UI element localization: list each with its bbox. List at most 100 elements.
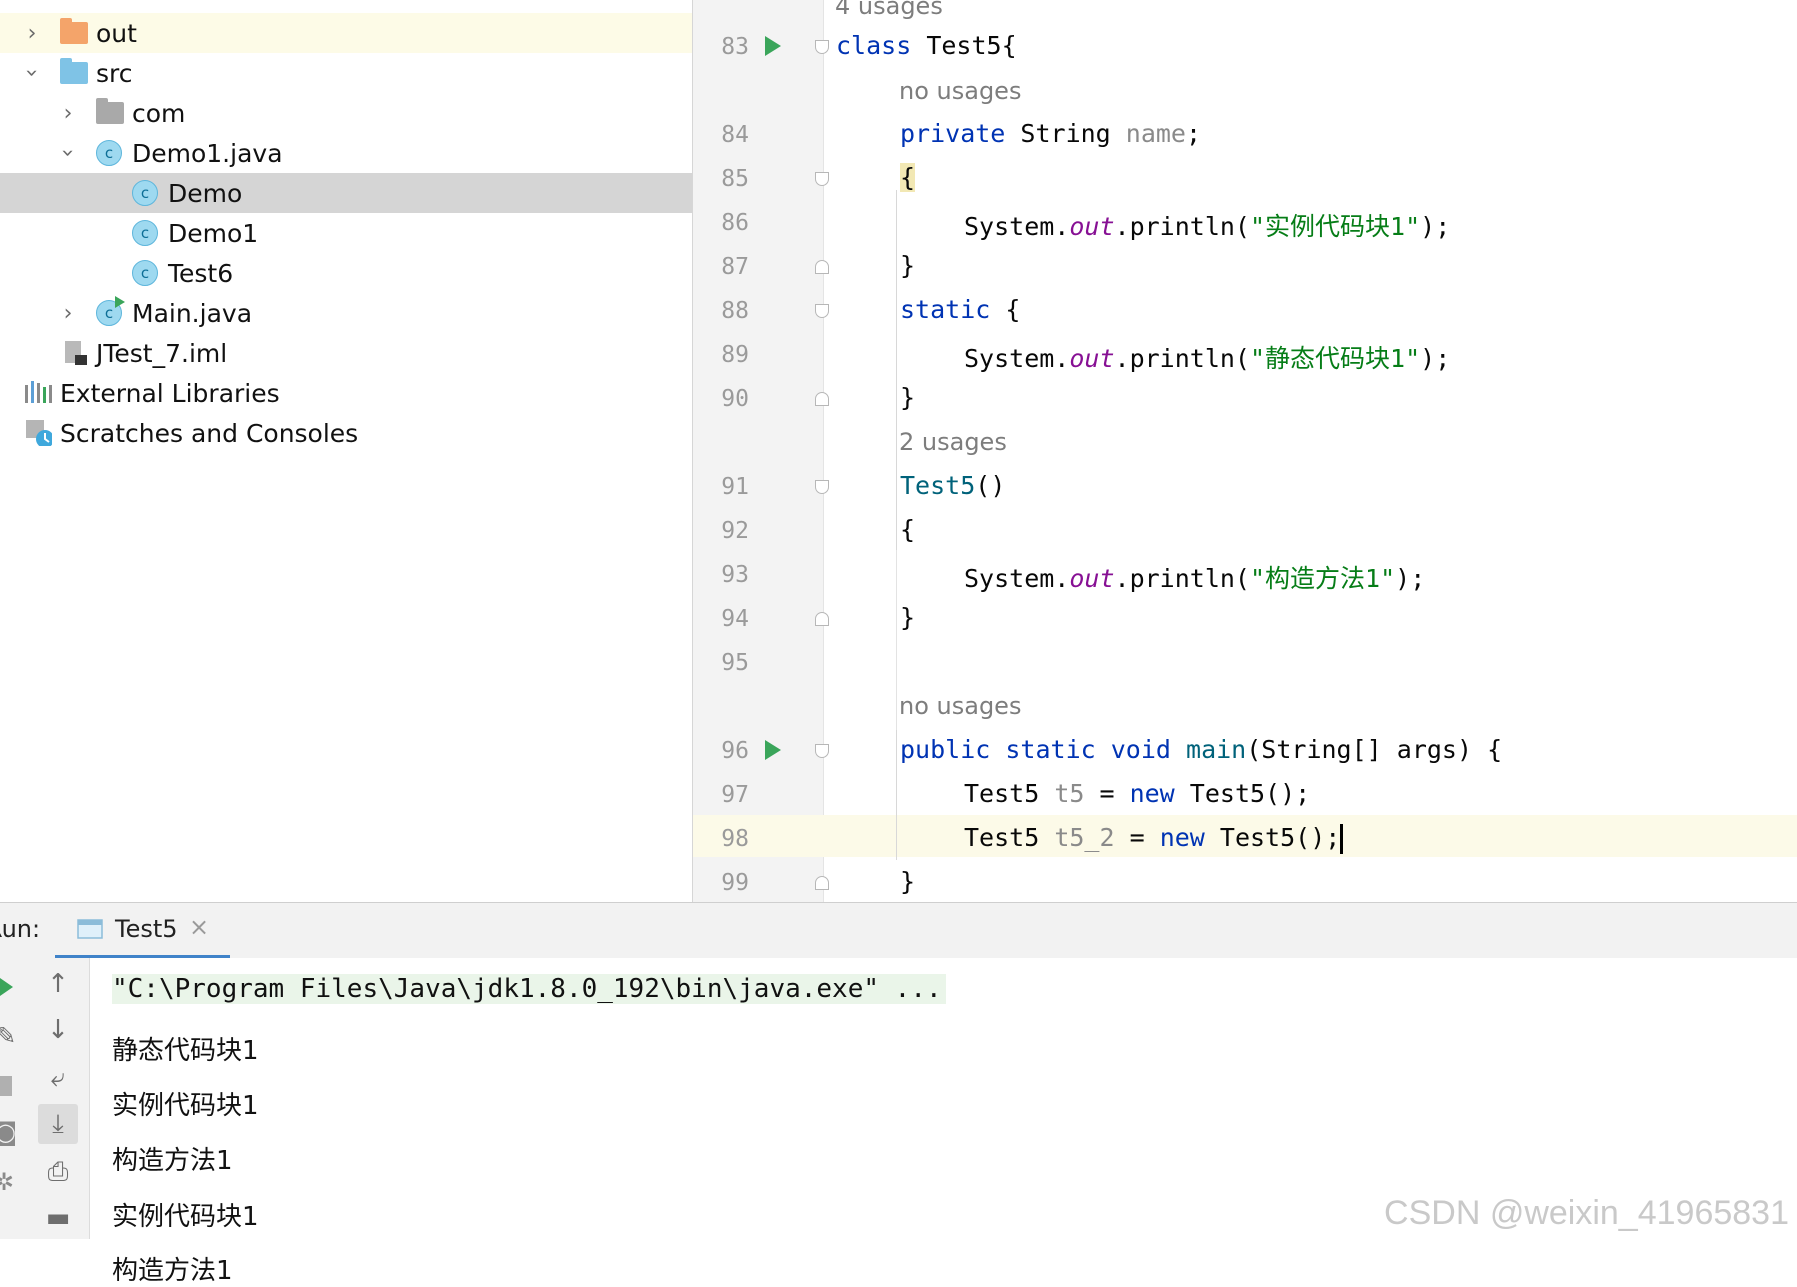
line-number: 92 <box>721 518 749 544</box>
tree-item-external-libraries[interactable]: External Libraries <box>0 373 692 413</box>
stop-icon[interactable] <box>0 1076 12 1096</box>
settings-icon[interactable]: ✲ <box>0 1168 14 1196</box>
code-editor[interactable]: 4 usages no usages 2 usages no usages 83… <box>693 0 1797 902</box>
code-line-97[interactable]: Test5 t5 = new Test5(); <box>964 779 1310 808</box>
fold-icon[interactable] <box>815 172 829 186</box>
tree-item-com[interactable]: › com <box>0 93 692 133</box>
close-icon[interactable]: × <box>189 913 209 941</box>
tree-item-label: Main.java <box>132 298 253 328</box>
folder-orange-icon <box>60 18 88 44</box>
indent-guide <box>896 190 897 860</box>
console-output-line: "C:\Program Files\Java\jdk1.8.0_192\bin\… <box>112 974 946 1004</box>
usages-hint[interactable]: no usages <box>899 692 1021 720</box>
rerun-icon[interactable] <box>0 976 14 998</box>
code-line-85[interactable]: { <box>900 163 916 192</box>
line-number: 90 <box>721 386 749 412</box>
arrow-down-icon[interactable]: ↓ <box>38 1010 78 1050</box>
line-number: 86 <box>721 210 749 236</box>
code-line-92[interactable]: { <box>900 515 915 544</box>
soft-wrap-icon[interactable]: ⤶ <box>38 1058 78 1098</box>
arrow-up-icon[interactable]: ↑ <box>38 964 78 1004</box>
scroll-to-end-icon[interactable]: ⤓ <box>38 1104 78 1144</box>
wrench-icon[interactable]: ✎ <box>0 1022 16 1050</box>
code-line-99[interactable]: } <box>900 867 915 896</box>
chevron-right-icon[interactable]: › <box>57 301 79 326</box>
run-console[interactable]: ✎ ◙ ✲ ↑ ↓ ⤶ ⤓ ⎙ ▬ "C:\Program Files\Java… <box>0 958 1797 1286</box>
console-toolbar: ↑ ↓ ⤶ ⤓ ⎙ ▬ <box>26 958 90 1239</box>
chevron-down-icon[interactable]: › <box>56 142 81 164</box>
scratches-icon <box>26 420 52 446</box>
code-token: out <box>1069 344 1115 373</box>
code-token: } <box>900 383 916 412</box>
code-line-89[interactable]: System.out.println("静态代码块1"); <box>964 339 1450 375</box>
console-output-line: 实例代码块1 <box>112 1202 259 1232</box>
fold-icon[interactable] <box>815 612 829 626</box>
code-token: "实例代码块1" <box>1249 212 1421 241</box>
java-class-icon: c <box>132 180 158 206</box>
run-panel-header: Run: Test5 × <box>0 902 1797 960</box>
usages-hint[interactable]: 2 usages <box>899 428 1007 456</box>
line-number: 91 <box>721 474 749 500</box>
tree-item-demo[interactable]: c Demo <box>0 173 692 213</box>
console-output-line: 实例代码块1 <box>112 1091 259 1121</box>
code-line-94[interactable]: } <box>900 603 915 632</box>
fold-icon[interactable] <box>815 260 829 274</box>
code-token: "静态代码块1" <box>1249 344 1421 373</box>
fold-icon[interactable] <box>815 744 829 758</box>
code-line-88[interactable]: static { <box>900 295 1020 324</box>
code-token: t5_2 <box>1054 823 1115 852</box>
run-badge-icon <box>115 296 125 308</box>
code-token: name <box>1125 119 1186 148</box>
trash-icon[interactable]: ▬ <box>38 1198 78 1238</box>
code-line-98[interactable]: Test5 t5_2 = new Test5(); <box>964 823 1344 854</box>
chevron-right-icon[interactable]: › <box>21 21 43 46</box>
tree-item-demo1-java[interactable]: › c Demo1.java <box>0 133 692 173</box>
code-line-96[interactable]: public static void main(String[] args) { <box>900 735 1502 764</box>
usages-hint[interactable]: no usages <box>899 77 1021 105</box>
tree-item-label: Demo1 <box>168 218 259 248</box>
code-token: t5 <box>1054 779 1085 808</box>
tab-test5[interactable]: Test5 × <box>55 903 230 959</box>
libraries-icon <box>25 381 52 403</box>
code-token: System. <box>964 344 1070 373</box>
tree-item-demo1[interactable]: c Demo1 <box>0 213 692 253</box>
code-token: String <box>1005 119 1126 148</box>
tree-item-out[interactable]: › out <box>0 13 692 53</box>
fold-icon[interactable] <box>815 392 829 406</box>
tree-item-label: JTest_7.iml <box>96 338 228 368</box>
chevron-right-icon[interactable]: › <box>57 101 79 126</box>
code-token: new <box>1129 779 1175 808</box>
fold-icon[interactable] <box>815 480 829 494</box>
fold-icon[interactable] <box>815 876 829 890</box>
fold-icon[interactable] <box>815 40 829 54</box>
code-line-93[interactable]: System.out.println("构造方法1"); <box>964 559 1425 595</box>
tree-item-main-java[interactable]: › c Main.java <box>0 293 692 333</box>
code-line-84[interactable]: private String name; <box>900 119 1201 148</box>
usages-hint[interactable]: 4 usages <box>835 0 943 20</box>
code-token: static <box>900 295 991 324</box>
code-line-83[interactable]: class Test5{ <box>836 31 1017 60</box>
run-class-icon[interactable] <box>765 36 781 56</box>
fold-icon[interactable] <box>815 304 829 318</box>
chevron-down-icon[interactable]: › <box>20 62 45 84</box>
line-number: 88 <box>721 298 749 324</box>
code-token: ); <box>1420 344 1451 373</box>
code-line-86[interactable]: System.out.println("实例代码块1"); <box>964 207 1450 243</box>
run-main-icon[interactable] <box>765 740 781 760</box>
code-token: out <box>1069 212 1115 241</box>
java-class-icon: c <box>132 220 158 246</box>
code-line-90[interactable]: } <box>900 383 915 412</box>
tree-item-iml[interactable]: JTest_7.iml <box>0 333 692 373</box>
code-token: .println( <box>1114 212 1250 241</box>
code-line-91[interactable]: Test5() <box>900 471 1005 500</box>
tree-item-src[interactable]: › src <box>0 53 692 93</box>
code-line-87[interactable]: } <box>900 251 915 280</box>
print-icon[interactable]: ⎙ <box>38 1152 78 1192</box>
line-number: 94 <box>721 606 749 632</box>
tree-item-scratches[interactable]: Scratches and Consoles <box>0 413 692 453</box>
camera-icon[interactable]: ◙ <box>0 1118 17 1146</box>
tree-item-test6[interactable]: c Test6 <box>0 253 692 293</box>
code-token: Test5 <box>900 471 976 500</box>
